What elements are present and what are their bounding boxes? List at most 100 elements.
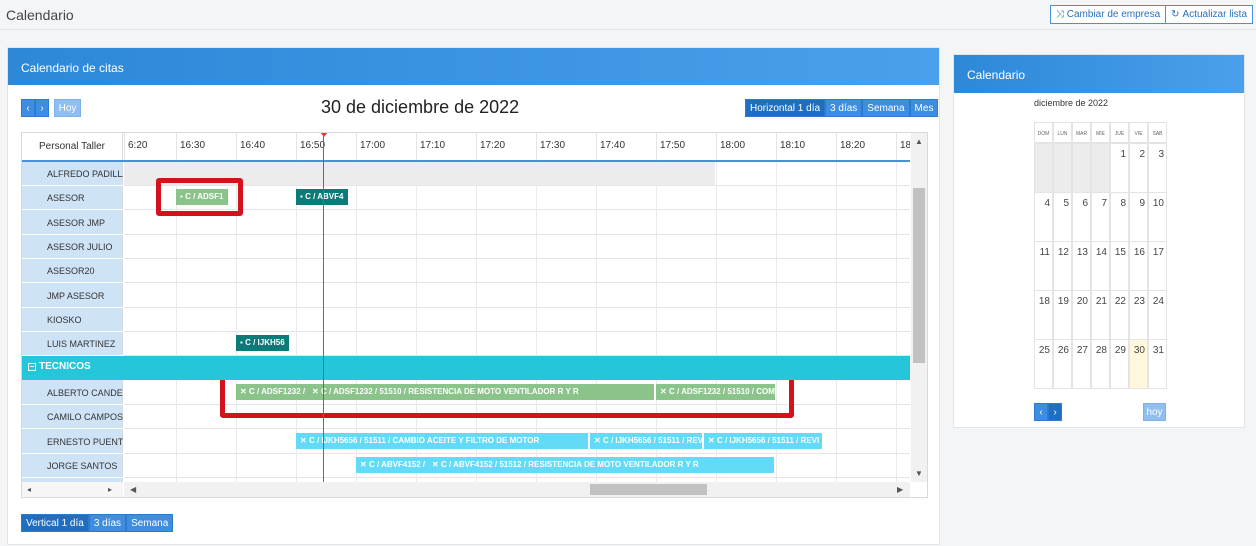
mini-day[interactable]: 18 [1034, 290, 1053, 340]
grid-row[interactable] [124, 235, 910, 259]
calendar-nav: ‹ › Hoy [21, 99, 81, 117]
appointment-event[interactable]: ▪ C / ABVF4 [296, 189, 348, 205]
event-label: C / IJKH5656 / 51511 / CAMBIO ACEITE Y F… [308, 436, 540, 445]
mini-day[interactable]: 19 [1053, 290, 1072, 340]
mini-day[interactable]: 5 [1053, 192, 1072, 242]
event-label: C / IJKH5656 / 51511 / REVI [716, 436, 820, 445]
vertical-scrollbar[interactable]: ▲ ▼ [911, 133, 927, 482]
wrench-icon: ✕ [360, 460, 367, 469]
grid-row[interactable] [124, 259, 910, 283]
mini-prev-button[interactable]: ‹ [1034, 403, 1048, 421]
time-tick: 16:40 [236, 133, 296, 160]
scroll-left-icon[interactable]: ◀ [130, 485, 136, 494]
horizontal-scroll-thumb[interactable] [590, 484, 707, 495]
mini-day[interactable]: 17 [1148, 241, 1167, 291]
view-week[interactable]: Semana [862, 99, 910, 117]
appointment-event[interactable]: ✕ C / IJKH5656 / 51511 / CAMBIO ACEITE Y… [296, 433, 588, 449]
technician-row: JORGE SANTOS [22, 454, 123, 478]
appointment-event[interactable]: ✕ C / ABVF4152 / [356, 457, 428, 473]
vertical-scroll-thumb[interactable] [913, 188, 925, 363]
mini-day[interactable]: 7 [1091, 192, 1110, 242]
scroll-down-icon[interactable]: ▼ [915, 469, 923, 478]
resource-row: KIOSKO [22, 308, 123, 332]
mini-day[interactable]: 23 [1129, 290, 1148, 340]
today-button[interactable]: Hoy [54, 99, 81, 117]
appointments-panel-title: Calendario de citas [8, 48, 939, 85]
mini-day[interactable]: 20 [1072, 290, 1091, 340]
mini-day[interactable]: 16 [1129, 241, 1148, 291]
wrench-icon: ✕ [300, 436, 307, 445]
mini-day-empty [1072, 143, 1091, 193]
scroll-right-icon[interactable]: ▶ [897, 485, 903, 494]
grid-line [836, 162, 837, 482]
mini-day[interactable]: 29 [1110, 339, 1129, 389]
mini-day[interactable]: 2 [1129, 143, 1148, 193]
mini-day[interactable]: 8 [1110, 192, 1129, 242]
mini-day[interactable]: 26 [1053, 339, 1072, 389]
scroll-right-icon[interactable]: ▸ [108, 485, 112, 494]
mini-next-button[interactable]: › [1048, 403, 1062, 421]
appointment-event[interactable]: ✕ C / IJKH5656 / 51511 / REV [590, 433, 702, 449]
mini-day[interactable]: 24 [1148, 290, 1167, 340]
event-label: C / ABVF4152 / [368, 460, 426, 469]
mini-dow: VIE [1129, 122, 1148, 143]
mini-day[interactable]: 31 [1148, 339, 1167, 389]
view-horizontal-1-day[interactable]: Horizontal 1 día [745, 99, 826, 117]
mini-day[interactable]: 15 [1110, 241, 1129, 291]
appointment-event[interactable]: ✕ C / ABVF4152 / 51512 / RESISTENCIA DE … [428, 457, 774, 473]
view-switcher-bottom: Vertical 1 día 3 días Semana [21, 514, 174, 532]
mini-day[interactable]: 12 [1053, 241, 1072, 291]
chevron-left-icon: ‹ [1039, 406, 1043, 418]
appointment-event[interactable]: ✕ C / IJKH5656 / 51511 / REVI [704, 433, 822, 449]
mini-day[interactable]: 21 [1091, 290, 1110, 340]
view-month[interactable]: Mes [909, 99, 939, 117]
mini-today-button[interactable]: hoy [1143, 403, 1166, 421]
mini-dow: LUN [1053, 122, 1072, 143]
mini-month-title: diciembre de 2022 [1034, 98, 1109, 108]
mini-day[interactable]: 30 [1129, 339, 1148, 389]
mini-day[interactable]: 22 [1110, 290, 1129, 340]
horizontal-scrollbar[interactable]: ◀ ▶ [124, 482, 910, 497]
page-title: Calendario [6, 7, 74, 23]
mini-day[interactable]: 1 [1110, 143, 1129, 193]
appointment-event[interactable]: ▪ C / IJKH56 [236, 335, 289, 351]
refresh-list-button[interactable]: ↻ Actualizar lista [1166, 5, 1253, 24]
view-3-days-bottom[interactable]: 3 días [88, 514, 127, 532]
resource-hscrollbar[interactable]: ◂ ▸ [22, 482, 123, 497]
card-icon: ▪ [300, 192, 303, 201]
view-switcher-top: Horizontal 1 día 3 días Semana Mes [745, 99, 939, 117]
collapse-icon[interactable]: − [28, 362, 36, 371]
mini-day-empty [1034, 143, 1053, 193]
scroll-left-icon[interactable]: ◂ [27, 485, 31, 494]
mini-day[interactable]: 6 [1072, 192, 1091, 242]
group-name: TECNICOS [39, 361, 91, 372]
mini-day[interactable]: 9 [1129, 192, 1148, 242]
view-week-bottom[interactable]: Semana [126, 514, 174, 532]
technician-row: ALBERTO CANDELARIA [22, 381, 123, 405]
view-vertical-1-day[interactable]: Vertical 1 día [21, 514, 89, 532]
resource-row: LUIS MARTINEZ [22, 332, 123, 356]
change-company-label: Cambiar de empresa [1066, 9, 1161, 20]
mini-day[interactable]: 13 [1072, 241, 1091, 291]
grid-row[interactable] [124, 284, 910, 308]
mini-day[interactable]: 14 [1091, 241, 1110, 291]
mini-day[interactable]: 11 [1034, 241, 1053, 291]
time-tick: 18:20 [836, 133, 896, 160]
current-time-marker [320, 133, 328, 137]
view-3-days[interactable]: 3 días [825, 99, 863, 117]
mini-day[interactable]: 27 [1072, 339, 1091, 389]
next-button[interactable]: › [35, 99, 49, 117]
grid-row[interactable] [124, 308, 910, 332]
mini-day[interactable]: 3 [1148, 143, 1167, 193]
mini-day[interactable]: 25 [1034, 339, 1053, 389]
scroll-up-icon[interactable]: ▲ [915, 137, 923, 146]
mini-day[interactable]: 10 [1148, 192, 1167, 242]
prev-button[interactable]: ‹ [21, 99, 35, 117]
wrench-icon: ✕ [594, 436, 601, 445]
time-tick: 17:00 [356, 133, 416, 160]
mini-day[interactable]: 28 [1091, 339, 1110, 389]
chevron-right-icon: › [1053, 406, 1057, 418]
group-row-technicians[interactable]: − TECNICOS [22, 356, 910, 380]
mini-day[interactable]: 4 [1034, 192, 1053, 242]
change-company-button[interactable]: ⤨ Cambiar de empresa [1049, 5, 1167, 24]
